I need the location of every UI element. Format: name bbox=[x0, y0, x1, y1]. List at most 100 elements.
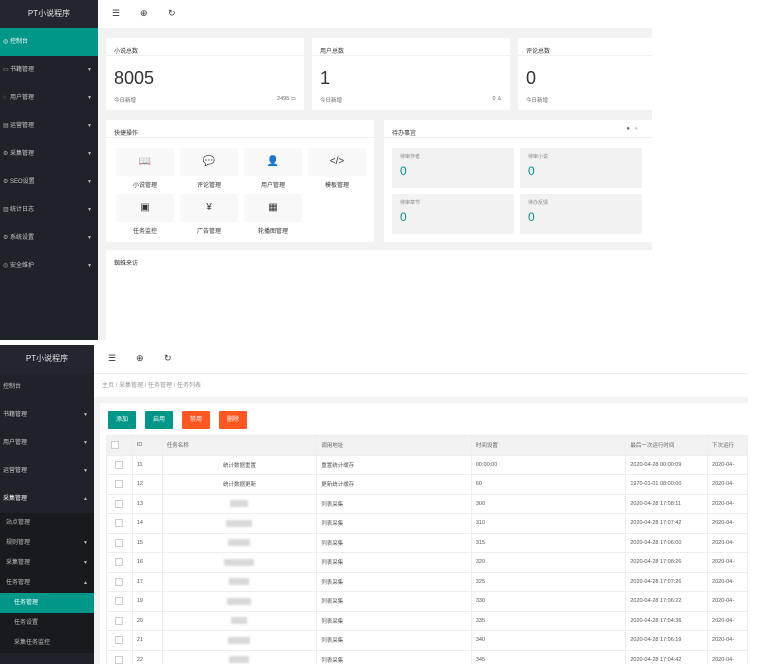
checkbox[interactable] bbox=[115, 480, 124, 489]
sidebar-item[interactable]: 控制台 bbox=[0, 373, 94, 401]
sidebar-item[interactable]: ▤运营管理 ▼ bbox=[0, 112, 98, 140]
cell-id: 15 bbox=[131, 532, 163, 553]
action-button[interactable]: 禁用 bbox=[182, 411, 211, 429]
checkbox[interactable] bbox=[115, 499, 124, 508]
checkbox[interactable] bbox=[111, 441, 119, 450]
chevron-down-icon: ▼ bbox=[87, 263, 92, 269]
sidebar-item[interactable]: 书籍管理 ▼ bbox=[0, 401, 94, 429]
cell-id: 19 bbox=[131, 591, 163, 612]
sidebar-item[interactable]: 任务设置 bbox=[0, 613, 94, 633]
chevron-down-icon: ▼ bbox=[87, 235, 92, 241]
refresh-icon[interactable]: ↻ bbox=[168, 8, 176, 19]
todo-item[interactable]: 待审作者 0 bbox=[392, 148, 514, 188]
carousel-dot-icon[interactable]: ● bbox=[626, 126, 630, 132]
table-row[interactable]: 21 列表采集 340 2020-04-28 17:06:19 2020-04- bbox=[106, 630, 748, 651]
sidebar-item[interactable]: ⚙ SEO设置 ▼ bbox=[0, 168, 98, 196]
quick-action-button[interactable]: 👤 bbox=[244, 148, 302, 176]
checkbox[interactable] bbox=[115, 655, 124, 664]
table-row[interactable]: 16 列表采集 320 2020-04-28 17:08:26 2020-04- bbox=[106, 552, 748, 573]
table-row[interactable]: 22 列表采集 345 2020-04-28 17:04:42 2020-04- bbox=[106, 649, 748, 664]
quick-action-button[interactable]: ¥ bbox=[180, 194, 238, 222]
table-row[interactable]: 15 列表采集 315 2020-04-28 17:06:00 2020-04- bbox=[106, 532, 748, 553]
action-button[interactable]: 删除 bbox=[219, 411, 248, 429]
globe-icon[interactable]: ⊕ bbox=[140, 8, 148, 19]
quick-action-button[interactable]: ▣ bbox=[116, 194, 174, 222]
todo-item[interactable]: 待审小说 0 bbox=[520, 148, 642, 188]
stat-card-novels: 小说总数 8005 今日新增 2495 ▭ bbox=[106, 38, 304, 110]
cell-last: 2020-04-28 17:04:36 bbox=[625, 610, 709, 631]
checkbox[interactable] bbox=[115, 519, 124, 528]
table-row[interactable]: 14 列表采集 310 2020-04-28 17:07:42 2020-04- bbox=[106, 513, 748, 534]
sidebar-item-label: 采集管理 bbox=[3, 496, 28, 502]
sidebar-item[interactable]: ⚙ 系统设置 ▼ bbox=[0, 224, 98, 252]
row-checkbox-cell[interactable] bbox=[106, 630, 133, 651]
cell-last: 2020-04-28 17:07:42 bbox=[625, 513, 709, 534]
sidebar-item[interactable]: ▭书籍管理 ▼ bbox=[0, 56, 98, 84]
row-checkbox-cell[interactable] bbox=[106, 513, 133, 534]
action-button[interactable]: 启用 bbox=[145, 411, 174, 429]
menu-icon[interactable]: ☰ bbox=[108, 353, 116, 364]
table-row[interactable]: 20 列表采集 335 2020-04-28 17:04:36 2020-04- bbox=[106, 610, 748, 631]
checkbox[interactable] bbox=[115, 577, 124, 586]
cell-next: 2020-04- bbox=[707, 513, 748, 534]
checkbox[interactable] bbox=[115, 597, 124, 606]
sidebar-item[interactable]: 任务管理 ▲ bbox=[0, 573, 94, 593]
table-row[interactable]: 17 列表采集 325 2020-04-28 17:07:26 2020-04- bbox=[106, 571, 748, 592]
row-checkbox-cell[interactable] bbox=[106, 552, 133, 573]
row-checkbox-cell[interactable] bbox=[106, 454, 133, 475]
sidebar-item[interactable]: 用户管理 ▼ bbox=[0, 429, 94, 457]
cell-addr: 列表采集 bbox=[316, 610, 472, 631]
quick-action-button[interactable]: 💬 bbox=[180, 148, 238, 176]
checkbox[interactable] bbox=[115, 558, 124, 567]
row-checkbox-cell[interactable] bbox=[106, 474, 133, 495]
row-checkbox-cell[interactable] bbox=[106, 649, 133, 664]
menu-icon[interactable]: ☰ bbox=[112, 8, 120, 19]
sidebar-item[interactable]: 采集任务监控 bbox=[0, 633, 94, 653]
sidebar-item[interactable]: ▥统计日志 ▼ bbox=[0, 196, 98, 224]
blurred-name bbox=[226, 519, 253, 527]
cell-next: 2020-04- bbox=[707, 630, 748, 651]
sidebar-item[interactable]: 站点管理 bbox=[0, 513, 94, 533]
table-row[interactable]: 13 列表采集 300 2020-04-28 17:08:11 2020-04- bbox=[106, 493, 748, 514]
checkbox[interactable] bbox=[115, 636, 124, 645]
sidebar-item[interactable]: 采集管理 ▲ bbox=[0, 485, 94, 513]
sidebar-item[interactable]: 任务管理 bbox=[0, 593, 94, 613]
breadcrumb[interactable]: 主页 / 采集管理 / 任务管理 / 任务列表 bbox=[94, 373, 748, 397]
cell-next: 2020-04- bbox=[707, 571, 748, 592]
action-button[interactable]: 添加 bbox=[108, 411, 137, 429]
checkbox[interactable] bbox=[115, 460, 124, 469]
sidebar-item[interactable]: ◌ 用户管理 ▼ bbox=[0, 84, 98, 112]
sidebar-item[interactable]: ◎ 安全维护 ▼ bbox=[0, 252, 98, 280]
sidebar-item[interactable]: 采集管理 ▼ bbox=[0, 553, 94, 573]
sidebar-item[interactable]: ⚙ 采集管理 ▼ bbox=[0, 140, 98, 168]
sidebar-item[interactable]: ◎ 控制台 bbox=[0, 28, 98, 56]
cell-next: 2020-04- bbox=[707, 454, 748, 475]
sidebar-item[interactable]: 运营管理 ▼ bbox=[0, 457, 94, 485]
sidebar-item-label: SEO设置 bbox=[10, 179, 35, 185]
cell-next: 2020-04- bbox=[707, 610, 748, 631]
todo-item[interactable]: 待审章节 0 bbox=[392, 194, 514, 234]
cell-next: 2020-04- bbox=[707, 532, 748, 553]
quick-action-button[interactable]: 📖 bbox=[116, 148, 174, 176]
stat-card-users: 用户总数 1 今日新增 0 ♙ bbox=[312, 38, 510, 110]
quick-action-button[interactable]: ▦ bbox=[244, 194, 302, 222]
row-checkbox-cell[interactable] bbox=[106, 493, 133, 514]
row-checkbox-cell[interactable] bbox=[106, 591, 133, 612]
quick-action-button[interactable]: </> bbox=[308, 148, 366, 176]
checkbox[interactable] bbox=[115, 616, 124, 625]
select-all-checkbox-cell[interactable] bbox=[106, 435, 133, 456]
sidebar-item-label: 书籍管理 bbox=[3, 412, 28, 418]
row-checkbox-cell[interactable] bbox=[106, 571, 133, 592]
table-row[interactable]: 11 统计数据重置 重置统计缓存 00:00:00 2020-04-28 00:00:0… bbox=[106, 454, 748, 475]
table-row[interactable]: 19 列表采集 330 2020-04-28 17:06:22 2020-04- bbox=[106, 591, 748, 612]
sidebar-item[interactable]: 规则管理 ▼ bbox=[0, 533, 94, 553]
checkbox[interactable] bbox=[115, 538, 124, 547]
row-checkbox-cell[interactable] bbox=[106, 610, 133, 631]
chevron-down-icon: ▼ bbox=[83, 560, 88, 566]
carousel-dot-icon[interactable]: ● bbox=[634, 126, 638, 132]
table-row[interactable]: 12 统计数据更新 更新统计缓存 60 1970-01-01 08:00:00 2020-… bbox=[106, 474, 748, 495]
todo-item[interactable]: 待办反馈 0 bbox=[520, 194, 642, 234]
row-checkbox-cell[interactable] bbox=[106, 532, 133, 553]
refresh-icon[interactable]: ↻ bbox=[164, 353, 172, 364]
globe-icon[interactable]: ⊕ bbox=[136, 353, 144, 364]
